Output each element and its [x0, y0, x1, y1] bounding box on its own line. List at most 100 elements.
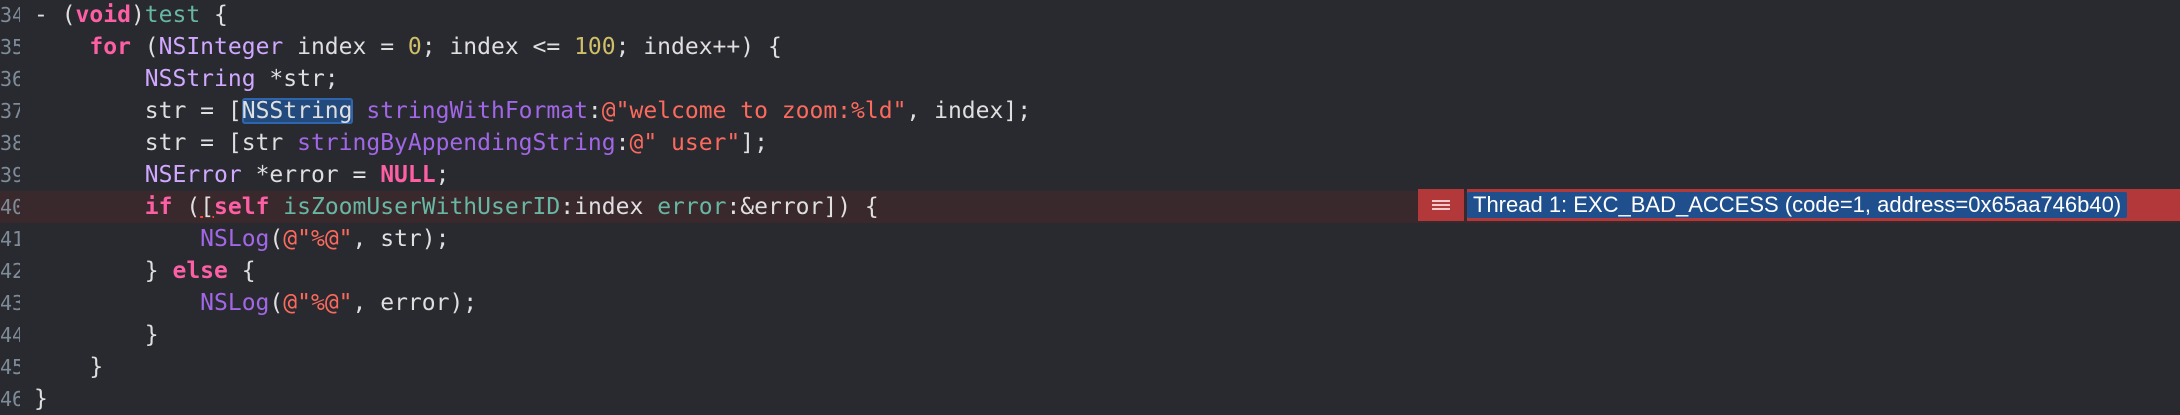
code-token: for [89, 34, 131, 60]
error-annotation-banner[interactable]: Thread 1: EXC_BAD_ACCESS (code=1, addres… [1467, 189, 2180, 221]
code-token: ; index++) { [615, 34, 782, 60]
code-line[interactable]: 45 } [0, 351, 2180, 383]
code-line[interactable]: 42 } else { [0, 255, 2180, 287]
code-line[interactable]: 43 NSLog(@"%@", error); [0, 287, 2180, 319]
code-token: } [34, 258, 173, 284]
code-token: , index]; [906, 98, 1032, 124]
code-line[interactable]: 38 str = [str stringByAppendingString:@"… [0, 127, 2180, 159]
code-token: ; [435, 162, 450, 188]
code-token: - ( [34, 2, 76, 28]
code-token: NSLog [200, 290, 270, 316]
line-number: 43 [0, 291, 20, 315]
code-token: ]; [740, 130, 768, 156]
code-token: : [587, 98, 602, 124]
line-number: 37 [0, 99, 20, 123]
code-token: void [75, 2, 131, 28]
code-text: for (NSInteger index = 0; index <= 100; … [34, 31, 782, 63]
code-text: } [34, 319, 159, 351]
code-token: @"welcome to zoom:%ld" [601, 98, 907, 124]
code-token: , str); [352, 226, 450, 252]
code-line[interactable]: 39 NSError *error = NULL; [0, 159, 2180, 191]
selected-token: NSString [241, 98, 353, 124]
code-text: - (void)test { [34, 0, 228, 31]
code-line[interactable]: 37 str = [NSString stringWithFormat:@"we… [0, 95, 2180, 127]
code-token: :index [560, 194, 658, 220]
line-number: 36 [0, 67, 20, 91]
code-token: *error = [241, 162, 381, 188]
error-message-text: Thread 1: EXC_BAD_ACCESS (code=1, addres… [1467, 192, 2128, 218]
code-token: @"%@" [283, 290, 353, 316]
code-token: else [172, 258, 228, 284]
code-text: } else { [34, 255, 256, 287]
code-token: , error); [352, 290, 478, 316]
code-text: str = [str stringByAppendingString:@" us… [34, 127, 768, 159]
code-token: ( [269, 226, 284, 252]
line-number: 39 [0, 163, 20, 187]
code-line[interactable]: 44 } [0, 319, 2180, 351]
line-number: 44 [0, 323, 20, 347]
code-token: NSError [144, 162, 242, 188]
code-line[interactable]: 41 NSLog(@"%@", str); [0, 223, 2180, 255]
code-token: *str; [255, 66, 339, 92]
line-number: 46 [0, 387, 20, 411]
code-token: [ [200, 194, 215, 220]
code-token: NSLog [200, 226, 270, 252]
code-line[interactable]: 36 NSString *str; [0, 63, 2180, 95]
code-text: NSString *str; [34, 63, 339, 95]
line-number: 45 [0, 355, 20, 379]
code-token: index = [283, 34, 408, 60]
line-number: 41 [0, 227, 20, 251]
code-line[interactable]: 46} [0, 383, 2180, 415]
code-token: 100 [574, 34, 616, 60]
code-token: } [34, 322, 159, 348]
code-text: if ([self isZoomUserWithUserID:index err… [34, 191, 879, 223]
error-annotation-button[interactable] [1418, 189, 1464, 221]
code-text: } [34, 383, 48, 415]
code-token: NULL [380, 162, 436, 188]
code-token: { [227, 258, 256, 284]
code-token: ; index <= [421, 34, 575, 60]
code-text: } [34, 351, 103, 383]
code-token: @"%@" [283, 226, 353, 252]
code-token: NSInteger [158, 34, 284, 60]
code-text: NSLog(@"%@", error); [34, 287, 477, 319]
code-token: test [144, 2, 201, 28]
code-line[interactable]: 34 - (void)test { [0, 0, 2180, 31]
code-token: isZoomUserWithUserID [283, 194, 561, 220]
code-token: stringWithFormat [366, 98, 588, 124]
line-number: 35 [0, 35, 20, 59]
line-number: 34 [0, 3, 20, 27]
line-number: 42 [0, 259, 20, 283]
code-token: @" user" [629, 130, 741, 156]
line-number: 38 [0, 131, 20, 155]
code-token: NSString [144, 66, 256, 92]
code-token: ( [130, 34, 159, 60]
code-token: 0 [407, 34, 422, 60]
code-text: NSError *error = NULL; [34, 159, 450, 191]
code-token: :&error]) { [726, 194, 879, 220]
code-token: if [144, 194, 173, 220]
line-number: 40 [0, 195, 20, 219]
code-text: NSLog(@"%@", str); [34, 223, 449, 255]
code-token: { [200, 2, 228, 28]
code-token: } [34, 386, 48, 412]
code-token: str = [str [34, 130, 298, 156]
code-token: ( [269, 290, 284, 316]
code-token: error [657, 194, 727, 220]
code-token: } [34, 354, 104, 380]
code-token: self [214, 194, 270, 220]
code-line[interactable]: 35 for (NSInteger index = 0; index <= 10… [0, 31, 2180, 63]
code-token: stringByAppendingString [297, 130, 616, 156]
code-token: ) [130, 2, 145, 28]
hamburger-icon [1432, 198, 1450, 212]
code-token: ( [172, 194, 201, 220]
code-text: str = [NSString stringWithFormat:@"welco… [34, 95, 1031, 127]
